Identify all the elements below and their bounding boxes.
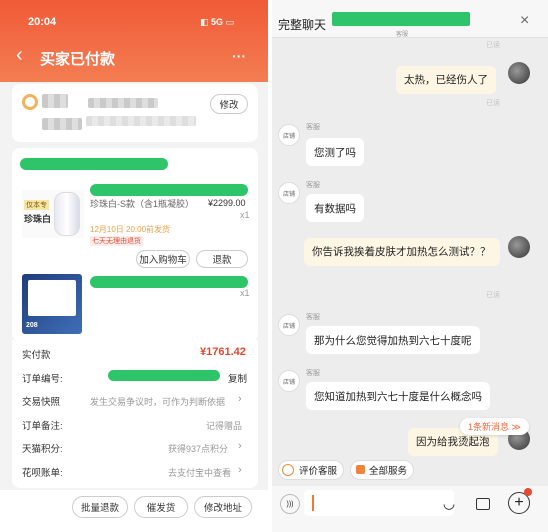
user-avatar — [508, 62, 530, 84]
points-label: 天猫积分: — [22, 444, 63, 455]
page-title: 买家已付款 — [40, 51, 116, 68]
add-to-cart-button[interactable]: 加入购物车 — [136, 250, 190, 268]
paid-label: 实付款 — [22, 350, 51, 361]
shop-avatar: 店铺 — [278, 314, 300, 336]
huabei-value: 去支付宝中查看 — [168, 468, 232, 478]
shop-avatar: 店铺 — [278, 370, 300, 392]
redacted-product1-title — [90, 184, 248, 196]
paid-amount: ¥1761.42 — [200, 346, 246, 358]
status-icons: ◧ 5G ▭ — [200, 17, 235, 27]
refund-button[interactable]: 退款 — [196, 250, 248, 268]
user-avatar — [508, 236, 530, 258]
copy-button[interactable]: 复制 — [228, 371, 247, 385]
location-icon — [22, 94, 38, 110]
snapshot-label: 交易快照 — [22, 397, 61, 408]
redacted-phone — [88, 98, 158, 108]
chat-title: 完整聊天 — [278, 18, 327, 32]
chat-message: 你告诉我挨着皮肤才加热怎么测试？？ — [304, 238, 500, 266]
close-icon[interactable]: × — [520, 12, 529, 30]
product2-thumb-number: 208 — [26, 322, 38, 329]
redacted-address — [42, 118, 82, 130]
read-receipt: 已读 — [486, 100, 500, 107]
sender-name: 客服 — [306, 124, 320, 131]
text-cursor — [312, 495, 314, 511]
change-address-button[interactable]: 修改地址 — [194, 496, 252, 518]
product2-qty: x1 — [240, 288, 250, 298]
bag-icon[interactable] — [476, 498, 490, 510]
product2-box-image — [28, 280, 76, 316]
smile-icon — [282, 464, 294, 476]
notification-dot — [524, 488, 532, 496]
product1-ship-note: 12月10日 20:00前发货 — [90, 225, 171, 234]
chat-message: 太热，已经伤人了 — [396, 66, 496, 94]
redacted-shop-name — [20, 158, 168, 170]
urge-shipping-button[interactable]: 催发货 — [134, 496, 188, 518]
emoji-icon[interactable]: ◡ — [440, 494, 458, 512]
rate-service-label: 评价客服 — [299, 466, 338, 477]
chat-message: 您知道加热到六七十度是什么概念吗 — [306, 382, 490, 410]
batch-refund-button[interactable]: 批量退款 — [72, 496, 128, 518]
order-header — [0, 0, 268, 82]
points-chevron-icon[interactable]: › — [238, 440, 242, 452]
huabei-chevron-icon[interactable]: › — [238, 464, 242, 476]
back-icon[interactable]: ‹ — [16, 44, 23, 67]
read-receipt: 已读 — [486, 42, 500, 49]
more-icon[interactable]: ··· — [232, 48, 246, 64]
product1-device-image — [54, 192, 80, 236]
order-detail-screen: 20:04 ◧ 5G ▭ ‹ 买家已付款 ··· 修改 仅本专 珍珠白 珍珠白-… — [0, 0, 268, 532]
redacted-name — [42, 94, 68, 108]
product1-return-tag: 七天无理由退货 — [90, 236, 143, 246]
message-input[interactable] — [304, 490, 454, 516]
chat-subtitle: 客服 — [396, 32, 409, 38]
redacted-order-number — [108, 370, 220, 381]
read-receipt: 已读 — [486, 292, 500, 299]
all-services-label: 全部服务 — [369, 466, 408, 477]
product1-price: ¥2299.00 — [208, 198, 246, 208]
product1-badge: 仅本专 — [24, 200, 49, 210]
chat-message: 您测了吗 — [306, 138, 364, 166]
grid-icon — [356, 465, 365, 474]
voice-icon[interactable]: ))) — [280, 494, 300, 514]
remark-value: 记得赠品 — [206, 421, 243, 431]
snapshot-value: 发生交易争议时，可作为判断依据 — [90, 397, 226, 407]
redacted-shop-name — [332, 12, 470, 26]
chat-screen: 完整聊天 客服 × 已读 太热，已经伤人了 已读 店铺 客服 您测了吗 店铺 客… — [272, 0, 548, 532]
redacted-address-line — [86, 116, 196, 126]
product1-color-label: 珍珠白 — [24, 214, 52, 224]
snapshot-chevron-icon[interactable]: › — [238, 393, 242, 405]
status-time: 20:04 — [28, 16, 57, 28]
chat-message: 那为什么您觉得加热到六七十度呢 — [306, 326, 480, 354]
order-number-label: 订单编号: — [22, 374, 63, 385]
points-value: 获得937点积分 — [168, 444, 229, 454]
shop-avatar: 店铺 — [278, 182, 300, 204]
redacted-product2-title — [90, 276, 248, 288]
shop-avatar: 店铺 — [278, 124, 300, 146]
remark-label: 订单备注: — [22, 421, 63, 432]
sender-name: 客服 — [306, 314, 320, 321]
modify-address-button[interactable]: 修改 — [210, 94, 248, 114]
new-message-pill[interactable]: 1条新消息 ≫ — [460, 418, 529, 435]
sender-name: 客服 — [306, 370, 320, 377]
huabei-label: 花呗账单: — [22, 468, 63, 479]
sender-name: 客服 — [306, 182, 320, 189]
product1-spec: 珍珠白-S款（含1瓶凝胶） — [90, 199, 195, 209]
chat-message: 有数据吗 — [306, 194, 364, 222]
product1-qty: x1 — [240, 210, 250, 220]
